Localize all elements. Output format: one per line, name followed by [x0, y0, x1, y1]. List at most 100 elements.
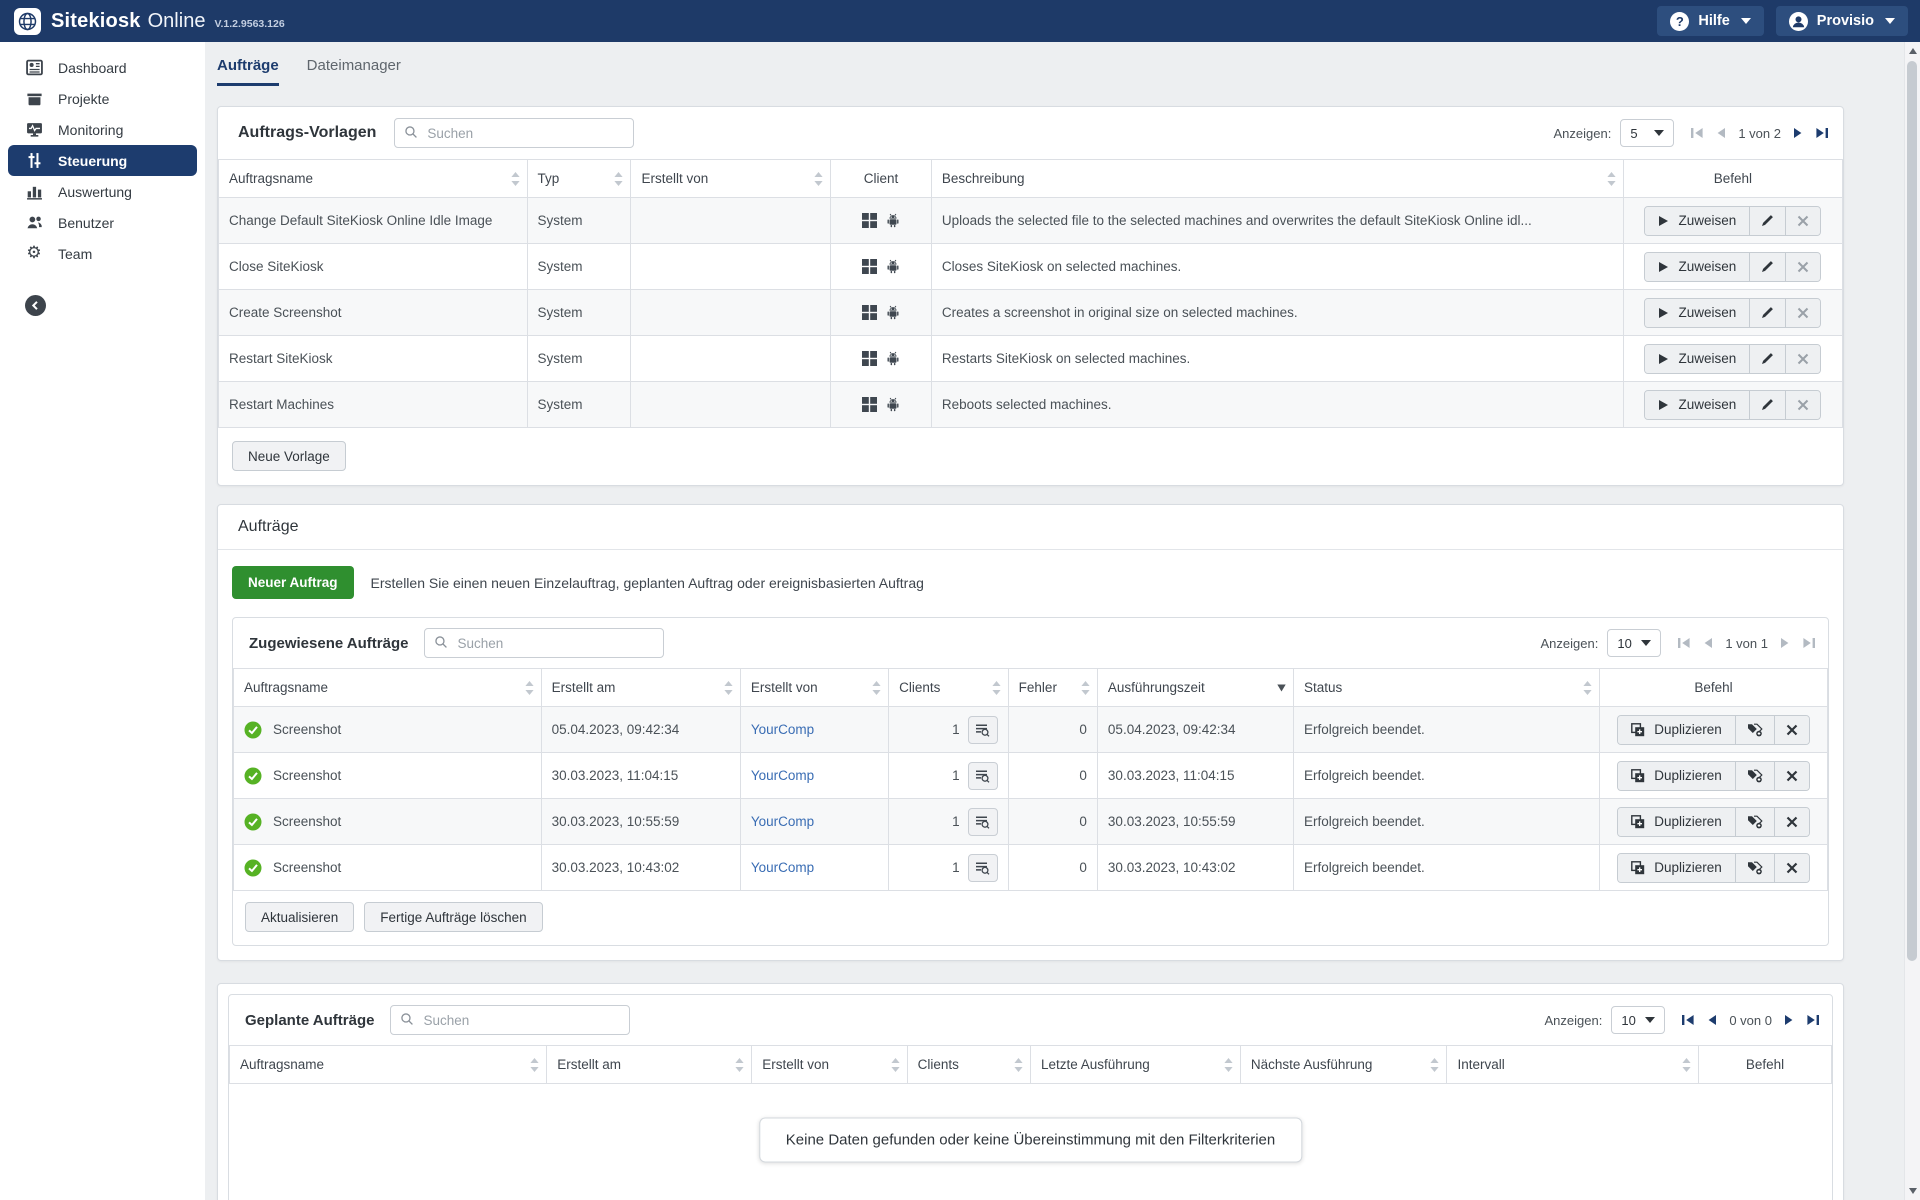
scroll-up-button[interactable] — [1905, 43, 1920, 59]
column-header-fehler[interactable]: Fehler — [1007, 668, 1098, 707]
edit-button[interactable] — [1750, 390, 1787, 419]
vertical-scrollbar[interactable] — [1904, 42, 1920, 1200]
column-header-auftragsname[interactable]: Auftragsname — [218, 159, 528, 198]
android-icon — [886, 305, 900, 320]
created-by-link[interactable]: YourComp — [751, 814, 814, 829]
assigned-search-input[interactable] — [424, 628, 665, 658]
client-list-button[interactable] — [967, 853, 998, 882]
column-header-erstellt-von[interactable]: Erstellt von — [739, 668, 890, 707]
client-list-button[interactable] — [967, 715, 998, 744]
created-by-link[interactable]: YourComp — [751, 722, 814, 737]
chevron-down-icon — [1654, 130, 1665, 136]
order-name: Screenshot — [273, 722, 342, 737]
delete-button[interactable] — [1774, 853, 1809, 882]
sidebar-item-auswertung[interactable]: Auswertung — [8, 176, 197, 207]
delete-button[interactable] — [1786, 298, 1821, 327]
scheduled-search-input[interactable] — [390, 1005, 631, 1035]
prev-page-button[interactable] — [1707, 1014, 1717, 1026]
assign-button[interactable]: Zuweisen — [1645, 206, 1751, 235]
last-page-button[interactable] — [1815, 127, 1829, 139]
client-list-button[interactable] — [967, 761, 998, 790]
templates-search-input[interactable] — [394, 118, 635, 148]
scroll-down-button[interactable] — [1905, 1183, 1920, 1199]
created-by-link[interactable]: YourComp — [751, 768, 814, 783]
created-by-link[interactable]: YourComp — [751, 860, 814, 875]
column-header-erstellt-am[interactable]: Erstellt am — [540, 668, 741, 707]
edit-button[interactable] — [1750, 298, 1787, 327]
help-button[interactable]: ? Hilfe — [1657, 6, 1764, 36]
delete-button[interactable] — [1786, 252, 1821, 281]
column-header-status[interactable]: Status — [1292, 668, 1601, 707]
column-header-erstellt-am[interactable]: Erstellt am — [546, 1045, 753, 1084]
delete-button[interactable] — [1774, 761, 1809, 790]
column-header-erstellt-von[interactable]: Erstellt von — [751, 1045, 908, 1084]
templates-page-size-select[interactable]: 5 — [1620, 119, 1675, 147]
delete-button[interactable] — [1774, 715, 1809, 744]
order-created-at: 30.03.2023, 11:04:15 — [540, 752, 741, 799]
next-page-button[interactable] — [1780, 637, 1790, 649]
next-page-button[interactable] — [1784, 1014, 1794, 1026]
scheduled-page-size-select[interactable]: 10 — [1611, 1006, 1666, 1034]
assign-tag-button[interactable] — [1735, 761, 1775, 790]
prev-page-button[interactable] — [1716, 127, 1726, 139]
assign-button[interactable]: Zuweisen — [1645, 344, 1751, 373]
first-page-button[interactable] — [1677, 637, 1691, 649]
user-menu-button[interactable]: Provisio — [1775, 6, 1908, 36]
last-page-button[interactable] — [1806, 1014, 1820, 1026]
sidebar-item-benutzer[interactable]: Benutzer — [8, 207, 197, 238]
column-header-auftragsname[interactable]: Auftragsname — [229, 1045, 548, 1084]
delete-button[interactable] — [1774, 807, 1809, 836]
sidebar-item-team[interactable]: ⚙ Team — [8, 238, 197, 269]
sidebar-collapse-button[interactable] — [25, 295, 46, 316]
column-header-clients[interactable]: Clients — [906, 1045, 1031, 1084]
sidebar-item-steuerung[interactable]: Steuerung — [8, 145, 197, 176]
sidebar-item-dashboard[interactable]: Dashboard — [8, 52, 197, 83]
first-page-button[interactable] — [1690, 127, 1704, 139]
delete-button[interactable] — [1786, 344, 1821, 373]
duplicate-button[interactable]: Duplizieren — [1618, 715, 1736, 744]
column-header-erstellt-von[interactable]: Erstellt von — [630, 159, 832, 198]
duplicate-button[interactable]: Duplizieren — [1618, 807, 1736, 836]
next-page-button[interactable] — [1793, 127, 1803, 139]
assign-tag-button[interactable] — [1735, 807, 1775, 836]
new-template-button[interactable]: Neue Vorlage — [232, 441, 346, 471]
delete-button[interactable] — [1786, 206, 1821, 235]
assign-button[interactable]: Zuweisen — [1645, 390, 1751, 419]
first-page-button[interactable] — [1681, 1014, 1695, 1026]
scrollbar-thumb[interactable] — [1907, 61, 1917, 961]
edit-button[interactable] — [1750, 252, 1787, 281]
sidebar-item-monitoring[interactable]: Monitoring — [8, 114, 197, 145]
assign-button[interactable]: Zuweisen — [1645, 252, 1751, 281]
template-created-by — [630, 381, 832, 428]
sidebar-item-projekte[interactable]: Projekte — [8, 83, 197, 114]
delete-finished-button[interactable]: Fertige Aufträge löschen — [364, 902, 543, 932]
column-header-ausfuehrungszeit[interactable]: Ausführungszeit — [1096, 668, 1294, 707]
tab-dateimanager[interactable]: Dateimanager — [307, 57, 401, 86]
column-header-letzte-ausfuehrung[interactable]: Letzte Ausführung — [1029, 1045, 1241, 1084]
assign-button[interactable]: Zuweisen — [1645, 298, 1751, 327]
column-header-typ[interactable]: Typ — [526, 159, 632, 198]
client-list-button[interactable] — [967, 807, 998, 836]
duplicate-button[interactable]: Duplizieren — [1618, 761, 1736, 790]
column-header-naechste-ausfuehrung[interactable]: Nächste Ausführung — [1239, 1045, 1448, 1084]
new-order-button[interactable]: Neuer Auftrag — [232, 566, 354, 599]
new-order-hint: Erstellen Sie einen neuen Einzelauftrag,… — [370, 574, 924, 591]
windows-icon — [862, 213, 878, 229]
assigned-page-size-select[interactable]: 10 — [1607, 629, 1662, 657]
prev-page-button[interactable] — [1703, 637, 1713, 649]
column-header-intervall[interactable]: Intervall — [1446, 1045, 1699, 1084]
last-page-button[interactable] — [1802, 637, 1816, 649]
edit-button[interactable] — [1750, 344, 1787, 373]
column-header-clients[interactable]: Clients — [888, 668, 1009, 707]
refresh-button[interactable]: Aktualisieren — [245, 902, 355, 932]
duplicate-button[interactable]: Duplizieren — [1618, 853, 1736, 882]
column-header-beschreibung[interactable]: Beschreibung — [930, 159, 1624, 198]
delete-button[interactable] — [1786, 390, 1821, 419]
tab-auftraege[interactable]: Aufträge — [217, 57, 279, 86]
assign-tag-button[interactable] — [1735, 853, 1775, 882]
assign-tag-button[interactable] — [1735, 715, 1775, 744]
column-header-auftragsname[interactable]: Auftragsname — [233, 668, 542, 707]
edit-button[interactable] — [1750, 206, 1787, 235]
errors-count: 0 — [1007, 798, 1098, 845]
copy-plus-icon — [1631, 860, 1645, 875]
